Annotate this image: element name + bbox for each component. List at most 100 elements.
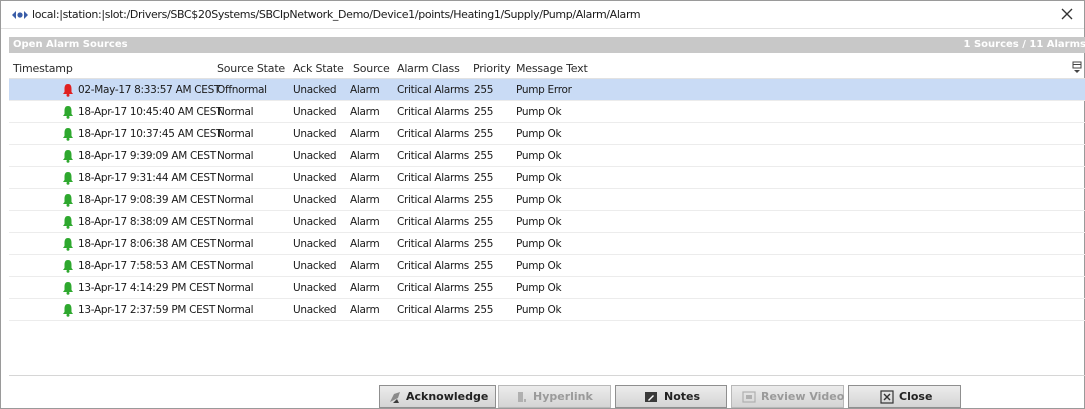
table-row[interactable]: 13-Apr-17 2:37:59 PM CEST Normal Unacked Al… <box>9 299 1085 321</box>
close-icon[interactable] <box>1058 5 1076 23</box>
alarm-bell-icon <box>63 194 73 207</box>
close-box-icon <box>880 390 894 404</box>
open-alarm-sources-header: Open Alarm Sources 1 Sources / 11 Alarms <box>9 37 1085 53</box>
hyperlink-label: Hyperlink <box>533 390 593 403</box>
alarm-bell-icon <box>63 150 73 163</box>
cell-ack-state: Unacked <box>293 194 337 206</box>
cell-priority: 255 <box>474 238 494 250</box>
acknowledge-label: Acknowledge <box>406 390 489 403</box>
table-row[interactable]: 18-Apr-17 9:39:09 AM CEST Normal Unacked Al… <box>9 145 1085 167</box>
alarm-bell-icon <box>63 172 73 185</box>
station-link-icon <box>12 11 28 19</box>
cell-alarm-class: Critical Alarms <box>397 282 469 294</box>
cell-alarm-class: Critical Alarms <box>397 84 469 96</box>
cell-message-text: Pump Ok <box>516 128 562 140</box>
table-row[interactable]: 02-May-17 8:33:57 AM CEST Offnormal Unacke… <box>9 79 1085 101</box>
cell-timestamp: 18-Apr-17 8:06:38 AM CEST <box>78 238 216 250</box>
column-header-priority[interactable]: Priority <box>473 62 511 75</box>
section-title: Open Alarm Sources <box>13 39 128 50</box>
alarm-bell-icon <box>63 260 73 273</box>
cell-priority: 255 <box>474 150 494 162</box>
cell-source: Alarm <box>350 150 380 162</box>
column-header-message-text[interactable]: Message Text <box>516 62 588 75</box>
cell-alarm-class: Critical Alarms <box>397 238 469 250</box>
cell-ack-state: Unacked <box>293 106 337 118</box>
cell-priority: 255 <box>474 194 494 206</box>
cell-priority: 255 <box>474 128 494 140</box>
notes-button[interactable]: Notes <box>615 385 727 408</box>
acknowledge-icon <box>390 392 400 403</box>
hyperlink-icon <box>518 392 526 402</box>
alarm-bell-icon <box>63 282 73 295</box>
alarm-bell-icon <box>63 84 73 97</box>
cell-timestamp: 18-Apr-17 9:31:44 AM CEST <box>78 172 216 184</box>
table-row[interactable]: 18-Apr-17 8:06:38 AM CEST Normal Unacked Al… <box>9 233 1085 255</box>
cell-source-state: Normal <box>217 282 254 294</box>
cell-alarm-class: Critical Alarms <box>397 128 469 140</box>
cell-timestamp: 18-Apr-17 9:08:39 AM CEST <box>78 194 216 206</box>
column-header-alarm-class[interactable]: Alarm Class <box>397 62 460 75</box>
table-row[interactable]: 18-Apr-17 7:58:53 AM CEST Normal Unacked Al… <box>9 255 1085 277</box>
alarm-bell-icon <box>63 106 73 119</box>
column-header-source-state[interactable]: Source State <box>217 62 285 75</box>
cell-timestamp: 18-Apr-17 9:39:09 AM CEST <box>78 150 216 162</box>
alarm-bell-icon <box>63 238 73 251</box>
table-row[interactable]: 18-Apr-17 9:08:39 AM CEST Normal Unacked Al… <box>9 189 1085 211</box>
cell-source: Alarm <box>350 172 380 184</box>
column-header-timestamp[interactable]: Timestamp <box>13 62 73 75</box>
table-row[interactable]: 18-Apr-17 9:31:44 AM CEST Normal Unacked Al… <box>9 167 1085 189</box>
cell-message-text: Pump Ok <box>516 282 562 294</box>
table-body: 02-May-17 8:33:57 AM CEST Offnormal Unacke… <box>9 79 1085 321</box>
column-header-ack-state[interactable]: Ack State <box>293 62 344 75</box>
cell-message-text: Pump Ok <box>516 304 562 316</box>
notes-label: Notes <box>664 390 701 403</box>
cell-message-text: Pump Ok <box>516 106 562 118</box>
cell-source-state: Normal <box>217 238 254 250</box>
cell-message-text: Pump Error <box>516 84 572 96</box>
table-row[interactable]: 13-Apr-17 4:14:29 PM CEST Normal Unacked Al… <box>9 277 1085 299</box>
cell-priority: 255 <box>474 304 494 316</box>
cell-alarm-class: Critical Alarms <box>397 106 469 118</box>
cell-message-text: Pump Ok <box>516 216 562 228</box>
alarm-table: Timestamp Source State Ack State Source … <box>9 57 1085 321</box>
cell-source: Alarm <box>350 128 380 140</box>
cell-timestamp: 18-Apr-17 10:45:40 AM CEST <box>78 106 223 118</box>
table-row[interactable]: 18-Apr-17 8:38:09 AM CEST Normal Unacked Al… <box>9 211 1085 233</box>
cell-timestamp: 18-Apr-17 8:38:09 AM CEST <box>78 216 216 228</box>
table-row[interactable]: 18-Apr-17 10:45:40 AM CEST Normal Unacked A… <box>9 101 1085 123</box>
video-icon <box>742 391 756 403</box>
cell-timestamp: 18-Apr-17 7:58:53 AM CEST <box>78 260 216 272</box>
acknowledge-button[interactable]: Acknowledge <box>379 385 496 408</box>
cell-source-state: Normal <box>217 172 254 184</box>
table-header: Timestamp Source State Ack State Source … <box>9 57 1085 79</box>
cell-message-text: Pump Ok <box>516 150 562 162</box>
cell-source-state: Normal <box>217 216 254 228</box>
cell-priority: 255 <box>474 260 494 272</box>
cell-source-state: Normal <box>217 304 254 316</box>
cell-message-text: Pump Ok <box>516 194 562 206</box>
cell-ack-state: Unacked <box>293 238 337 250</box>
close-button[interactable]: Close <box>848 385 961 408</box>
cell-priority: 255 <box>474 216 494 228</box>
cell-ack-state: Unacked <box>293 172 337 184</box>
cell-timestamp: 13-Apr-17 4:14:29 PM CEST <box>78 282 215 294</box>
review-video-button[interactable]: Review Video <box>731 385 844 408</box>
cell-alarm-class: Critical Alarms <box>397 150 469 162</box>
cell-alarm-class: Critical Alarms <box>397 172 469 184</box>
cell-source: Alarm <box>350 238 380 250</box>
cell-source: Alarm <box>350 304 380 316</box>
close-label: Close <box>899 390 933 403</box>
table-row[interactable]: 18-Apr-17 10:37:45 AM CEST Normal Unacked A… <box>9 123 1085 145</box>
cell-source: Alarm <box>350 84 380 96</box>
cell-timestamp: 18-Apr-17 10:37:45 AM CEST <box>78 128 223 140</box>
cell-source-state: Normal <box>217 194 254 206</box>
column-header-source[interactable]: Source <box>353 62 390 75</box>
cell-ack-state: Unacked <box>293 304 337 316</box>
cell-source-state: Normal <box>217 260 254 272</box>
alarm-count: 1 Sources / 11 Alarms <box>963 39 1085 50</box>
hyperlink-button[interactable]: Hyperlink <box>498 385 611 408</box>
column-chooser-icon[interactable] <box>1072 61 1082 73</box>
cell-alarm-class: Critical Alarms <box>397 194 469 206</box>
cell-source-state: Offnormal <box>217 84 267 96</box>
cell-source: Alarm <box>350 260 380 272</box>
